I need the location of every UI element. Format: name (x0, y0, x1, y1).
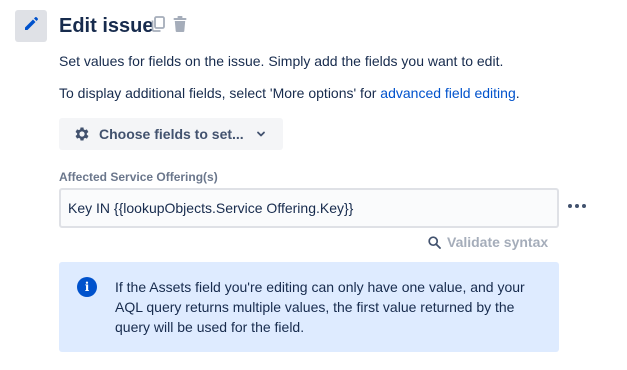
description-line-2-prefix: To display additional fields, select 'Mo… (59, 85, 381, 101)
validate-syntax-button[interactable]: Validate syntax (428, 234, 548, 250)
choose-fields-button[interactable]: Choose fields to set... (59, 118, 283, 150)
pencil-icon (23, 16, 39, 37)
search-icon (428, 235, 441, 249)
more-dot (582, 204, 586, 208)
field-value: Key IN {{lookupObjects.Service Offering.… (68, 200, 354, 216)
trash-icon[interactable] (173, 16, 187, 32)
info-message: If the Assets field you're editing can o… (115, 279, 525, 335)
advanced-field-editing-link[interactable]: advanced field editing (380, 85, 515, 101)
chevron-down-icon (256, 129, 266, 139)
field-label: Affected Service Offering(s) (59, 170, 218, 184)
edit-issue-badge (15, 10, 47, 42)
more-dot (575, 204, 579, 208)
copy-icon[interactable] (151, 16, 165, 32)
choose-fields-label: Choose fields to set... (99, 126, 244, 142)
page-title: Edit issue (59, 15, 154, 37)
more-options-button[interactable] (565, 196, 589, 216)
description-line-2: To display additional fields, select 'Mo… (59, 83, 520, 103)
info-panel: i If the Assets field you're editing can… (59, 262, 559, 352)
title-actions (151, 16, 187, 32)
more-dot (568, 204, 572, 208)
gear-icon (73, 125, 91, 143)
description-line-1: Set values for fields on the issue. Simp… (59, 53, 504, 69)
info-icon: i (77, 277, 97, 297)
description-line-2-suffix: . (515, 85, 520, 101)
affected-service-offering-field[interactable]: Key IN {{lookupObjects.Service Offering.… (59, 188, 559, 228)
validate-syntax-label: Validate syntax (447, 234, 549, 250)
